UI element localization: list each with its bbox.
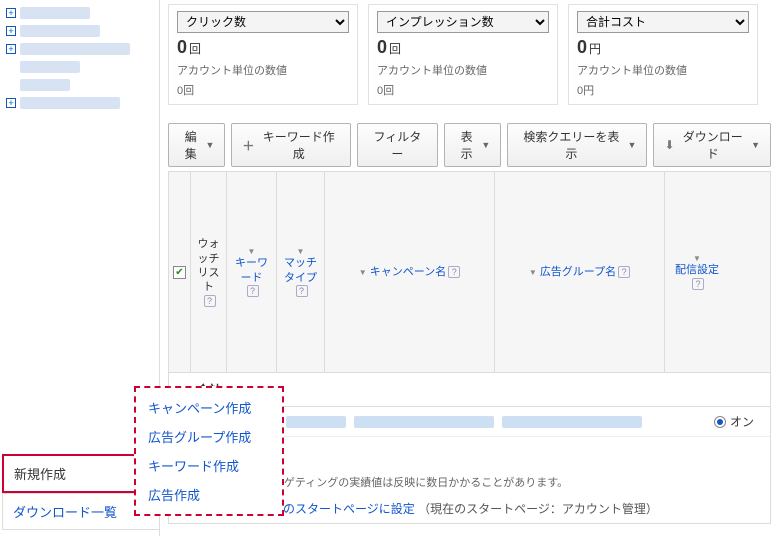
help-icon[interactable]: ?: [448, 266, 460, 278]
metric-subvalue: 0円: [577, 82, 749, 98]
toolbar: 編集▼ ＋キーワード作成 フィルター 表示▼ 検索クエリーを表示▼ ⬇ダウンロー…: [168, 123, 771, 167]
metric-subvalue: 0回: [177, 82, 349, 98]
metric-card-cost: 合計コスト 0円 アカウント単位の数値 0円: [568, 4, 758, 105]
caret-down-icon: ▼: [628, 140, 637, 150]
column-campaign[interactable]: ▼ キャンペーン名?: [325, 172, 495, 372]
metric-card-clicks: クリック数 0回 アカウント単位の数値 0回: [168, 4, 358, 105]
plus-icon: ＋: [242, 137, 254, 154]
tree-item[interactable]: +: [6, 40, 153, 58]
metric-card-impressions: インプレッション数 0回 アカウント単位の数値 0回: [368, 4, 558, 105]
column-adgroup[interactable]: ▼ 広告グループ名?: [495, 172, 665, 372]
caret-down-icon: ▼: [205, 140, 214, 150]
tree-item[interactable]: [6, 76, 153, 94]
download-icon: ⬇: [664, 138, 674, 152]
column-delivery[interactable]: ▼配信設定?: [665, 172, 729, 372]
create-menu-popup: キャンペーン作成 広告グループ作成 キーワード作成 広告作成: [134, 386, 284, 516]
expand-icon[interactable]: +: [6, 26, 16, 36]
sort-icon: ▼: [529, 268, 537, 277]
tree-item[interactable]: +: [6, 94, 153, 112]
metric-subvalue: 0回: [377, 82, 549, 98]
metric-sublabel: アカウント単位の数値: [377, 62, 549, 78]
tree-item[interactable]: [6, 58, 153, 76]
create-campaign-item[interactable]: キャンペーン作成: [148, 398, 270, 417]
sort-icon: ▼: [359, 268, 367, 277]
table-header: ✔ ウォッチリスト? ▼キーワード? ▼マッチタイプ? ▼ キャンペーン名? ▼…: [169, 172, 770, 373]
expand-icon[interactable]: +: [6, 8, 16, 18]
startpage-current: （現在のスタートページ：アカウント管理）: [418, 502, 658, 516]
metric-select[interactable]: インプレッション数: [377, 11, 549, 33]
help-icon[interactable]: ?: [204, 295, 216, 307]
checkbox-icon[interactable]: ✔: [173, 266, 186, 279]
caret-down-icon: ▼: [751, 140, 760, 150]
expand-icon[interactable]: +: [6, 44, 16, 54]
tree-item[interactable]: +: [6, 4, 153, 22]
metric-value: 0: [577, 37, 587, 57]
column-matchtype[interactable]: ▼マッチタイプ?: [277, 172, 325, 372]
status-radio[interactable]: オン: [714, 413, 754, 430]
create-ad-item[interactable]: 広告作成: [148, 485, 270, 504]
caret-down-icon: ▼: [481, 140, 490, 150]
help-icon[interactable]: ?: [247, 285, 259, 297]
metric-value: 0: [177, 37, 187, 57]
help-icon[interactable]: ?: [296, 285, 308, 297]
display-button[interactable]: 表示▼: [444, 123, 501, 167]
help-icon[interactable]: ?: [692, 278, 704, 290]
column-watchlist[interactable]: ウォッチリスト?: [191, 172, 227, 372]
tree-item[interactable]: +: [6, 22, 153, 40]
metric-sublabel: アカウント単位の数値: [177, 62, 349, 78]
sort-icon: ▼: [297, 247, 305, 256]
sort-icon: ▼: [248, 247, 256, 256]
column-keyword[interactable]: ▼キーワード?: [227, 172, 277, 372]
expand-icon[interactable]: +: [6, 98, 16, 108]
column-checkbox[interactable]: ✔: [169, 172, 191, 372]
help-icon[interactable]: ?: [618, 266, 630, 278]
edit-button[interactable]: 編集▼: [168, 123, 225, 167]
create-keyword-item[interactable]: キーワード作成: [148, 456, 270, 475]
metric-sublabel: アカウント単位の数値: [577, 62, 749, 78]
keyword-create-button[interactable]: ＋キーワード作成: [231, 123, 351, 167]
download-button[interactable]: ⬇ダウンロード▼: [653, 123, 771, 167]
metric-select[interactable]: クリック数: [177, 11, 349, 33]
metrics-row: クリック数 0回 アカウント単位の数値 0回 インプレッション数 0回 アカウン…: [168, 4, 771, 105]
filter-button[interactable]: フィルター: [357, 123, 438, 167]
metric-value: 0: [377, 37, 387, 57]
sort-icon: ▼: [693, 254, 701, 263]
search-query-button[interactable]: 検索クエリーを表示▼: [507, 123, 647, 167]
metric-select[interactable]: 合計コスト: [577, 11, 749, 33]
create-adgroup-item[interactable]: 広告グループ作成: [148, 427, 270, 446]
